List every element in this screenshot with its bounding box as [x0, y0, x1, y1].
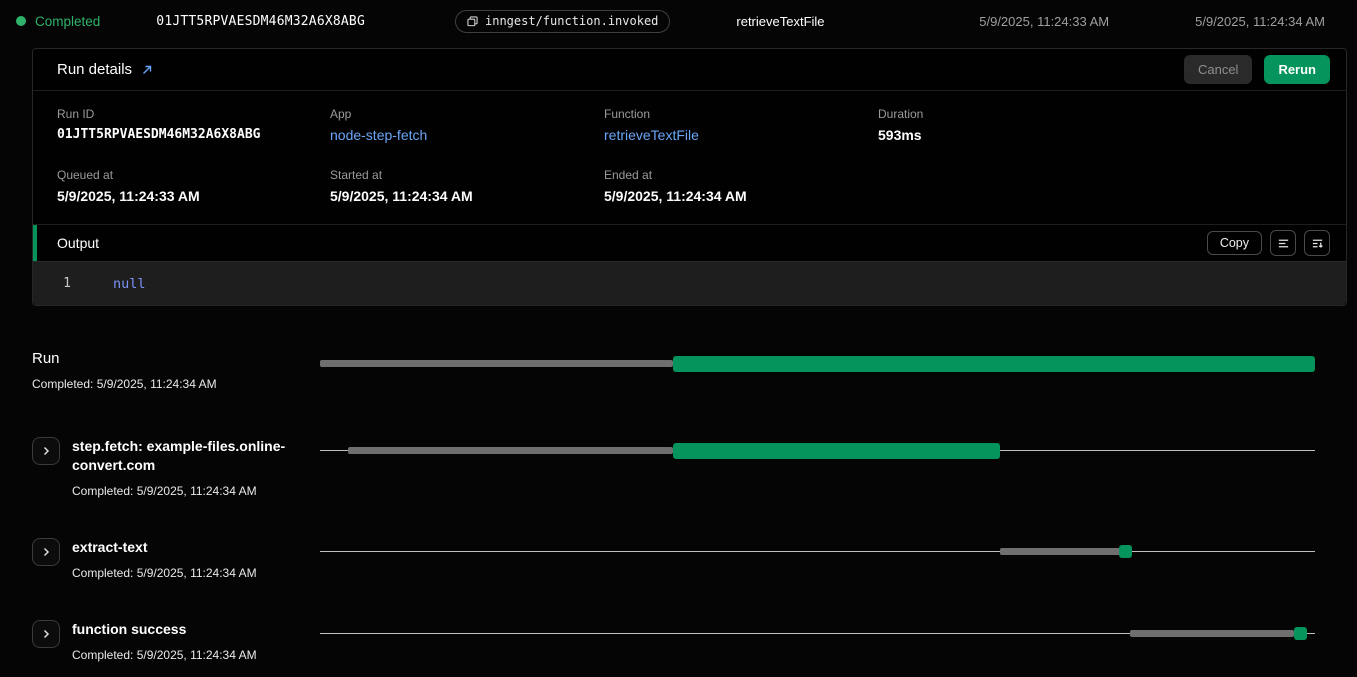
trace-run-track[interactable]	[320, 350, 1315, 378]
extract-text-name: extract-text	[72, 538, 257, 557]
field-ended-at: Ended at 5/9/2025, 11:24:34 AM	[604, 168, 878, 204]
output-code-block[interactable]: 1 null	[33, 261, 1346, 305]
trace-run-info: Run Completed: 5/9/2025, 11:24:34 AM	[32, 350, 320, 391]
function-success-name: function success	[72, 620, 257, 639]
extract-text-completed: Completed: 5/9/2025, 11:24:34 AM	[72, 566, 257, 580]
run-status: Completed	[35, 14, 100, 29]
step-fetch-info: step.fetch: example-files.online-convert…	[32, 437, 320, 498]
field-queued-at: Queued at 5/9/2025, 11:24:33 AM	[57, 168, 330, 204]
trace-row-step-fetch: step.fetch: example-files.online-convert…	[32, 437, 1315, 498]
run-id: 01JTT5RPVAESDM46M32A6X8ABG	[156, 14, 365, 29]
app-link[interactable]: node-step-fetch	[330, 127, 604, 143]
trace-row-function-success: function success Completed: 5/9/2025, 11…	[32, 620, 1315, 662]
expand-extract-text-button[interactable]	[32, 538, 60, 566]
function-success-text: function success Completed: 5/9/2025, 11…	[72, 620, 257, 662]
output-status-accent	[33, 225, 37, 261]
field-duration-label: Duration	[878, 107, 1322, 121]
step-fetch-name: step.fetch: example-files.online-convert…	[72, 437, 287, 475]
output-title: Output	[57, 235, 99, 251]
function-success-track[interactable]	[320, 620, 1315, 648]
step-fetch-text: step.fetch: example-files.online-convert…	[72, 437, 287, 498]
extract-text-queued-bar	[1000, 548, 1121, 555]
step-fetch-track[interactable]	[320, 437, 1315, 465]
field-run-id: Run ID 01JTT5RPVAESDM46M32A6X8ABG	[57, 107, 330, 143]
field-started-at-label: Started at	[330, 168, 604, 182]
function-name: retrieveTextFile	[736, 14, 824, 29]
run-timestamps: 5/9/2025, 11:24:33 AM 5/9/2025, 11:24:34…	[979, 14, 1325, 29]
field-app: App node-step-fetch	[330, 107, 604, 143]
run-details-title: Run details	[57, 61, 132, 78]
wrap-text-icon[interactable]	[1304, 230, 1330, 256]
run-queued-bar	[320, 360, 673, 367]
field-run-id-label: Run ID	[57, 107, 330, 121]
step-fetch-running-bar	[673, 443, 999, 459]
event-badge-label: inngest/function.invoked	[485, 14, 658, 28]
format-lines-icon[interactable]	[1270, 230, 1296, 256]
field-queued-at-value: 5/9/2025, 11:24:33 AM	[57, 188, 330, 204]
extract-text-running-dot	[1119, 545, 1132, 558]
extract-text-text: extract-text Completed: 5/9/2025, 11:24:…	[72, 538, 257, 580]
function-link[interactable]: retrieveTextFile	[604, 127, 878, 143]
started-at-timestamp: 5/9/2025, 11:24:34 AM	[1195, 14, 1325, 29]
function-success-queued-bar	[1130, 630, 1294, 637]
field-started-at: Started at 5/9/2025, 11:24:34 AM	[330, 168, 604, 204]
track-baseline	[320, 551, 1315, 552]
field-ended-at-value: 5/9/2025, 11:24:34 AM	[604, 188, 878, 204]
field-started-at-value: 5/9/2025, 11:24:34 AM	[330, 188, 604, 204]
queued-at-timestamp: 5/9/2025, 11:24:33 AM	[979, 14, 1109, 29]
output-header: Output Copy	[33, 224, 1346, 261]
trace-row-extract-text: extract-text Completed: 5/9/2025, 11:24:…	[32, 538, 1315, 580]
trace-run-completed: Completed: 5/9/2025, 11:24:34 AM	[32, 377, 304, 391]
event-trigger-badge[interactable]: inngest/function.invoked	[455, 10, 670, 33]
chevron-right-icon	[41, 547, 51, 557]
run-summary-row[interactable]: Completed 01JTT5RPVAESDM46M32A6X8ABG inn…	[0, 0, 1357, 42]
function-success-running-dot	[1294, 627, 1307, 640]
field-function-label: Function	[604, 107, 878, 121]
field-duration: Duration 593ms	[878, 107, 1322, 143]
run-details-header: Run details Cancel Rerun	[33, 49, 1346, 91]
step-fetch-queued-bar	[348, 447, 673, 454]
field-run-id-value: 01JTT5RPVAESDM46M32A6X8ABG	[57, 127, 330, 142]
run-details-grid: Run ID 01JTT5RPVAESDM46M32A6X8ABG App no…	[33, 91, 1346, 224]
rerun-button[interactable]: Rerun	[1264, 55, 1330, 84]
trace-run-name: Run	[32, 350, 304, 367]
expand-step-fetch-button[interactable]	[32, 437, 60, 465]
step-fetch-completed: Completed: 5/9/2025, 11:24:34 AM	[72, 484, 287, 498]
expand-function-success-button[interactable]	[32, 620, 60, 648]
event-icon	[467, 16, 478, 27]
open-in-new-icon[interactable]	[141, 64, 153, 76]
function-success-completed: Completed: 5/9/2025, 11:24:34 AM	[72, 648, 257, 662]
extract-text-track[interactable]	[320, 538, 1315, 566]
field-app-label: App	[330, 107, 604, 121]
function-success-info: function success Completed: 5/9/2025, 11…	[32, 620, 320, 662]
output-code-value: null	[85, 276, 146, 292]
cancel-button[interactable]: Cancel	[1184, 55, 1252, 84]
trace-section: Run Completed: 5/9/2025, 11:24:34 AM ste…	[0, 350, 1357, 662]
code-line-number: 1	[33, 276, 85, 291]
chevron-right-icon	[41, 629, 51, 639]
run-running-bar	[673, 356, 1315, 372]
trace-row-run: Run Completed: 5/9/2025, 11:24:34 AM	[32, 350, 1315, 391]
field-ended-at-label: Ended at	[604, 168, 878, 182]
field-duration-value: 593ms	[878, 127, 1322, 143]
run-details-card: Run details Cancel Rerun Run ID 01JTT5RP…	[32, 48, 1347, 306]
chevron-right-icon	[41, 446, 51, 456]
copy-output-button[interactable]: Copy	[1207, 231, 1262, 255]
field-spacer	[878, 168, 1322, 204]
status-dot-icon	[16, 16, 26, 26]
field-function: Function retrieveTextFile	[604, 107, 878, 143]
field-queued-at-label: Queued at	[57, 168, 330, 182]
extract-text-info: extract-text Completed: 5/9/2025, 11:24:…	[32, 538, 320, 580]
